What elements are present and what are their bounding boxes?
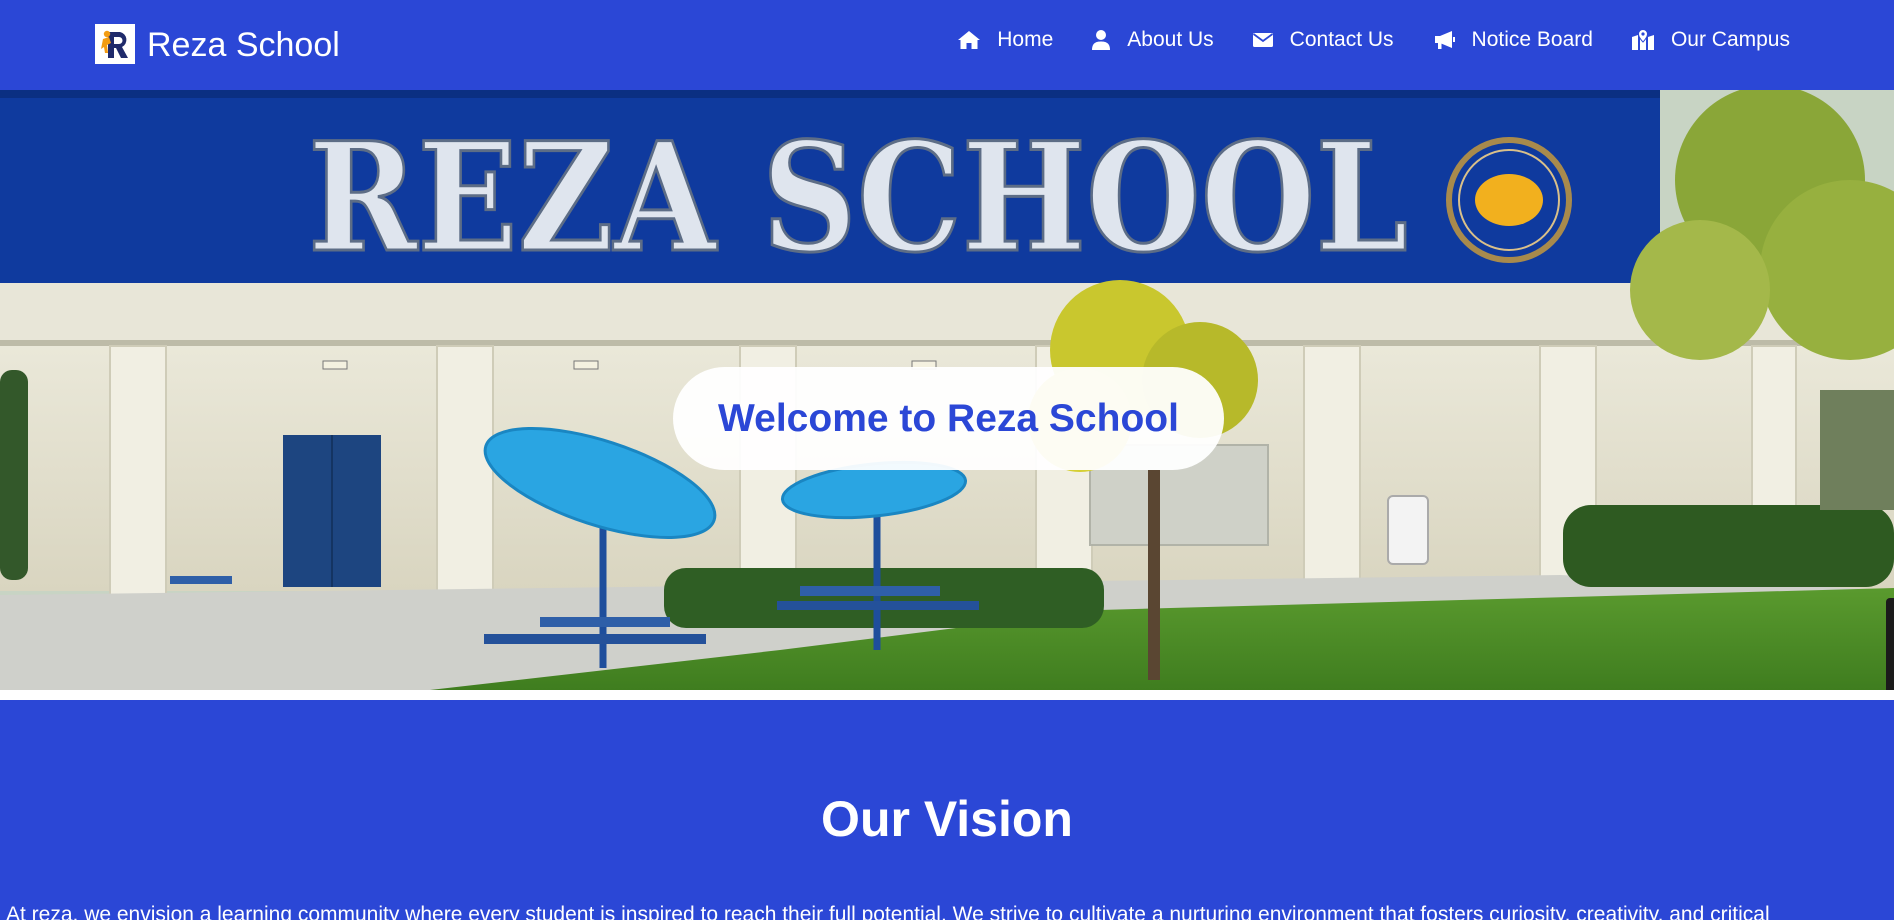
envelope-icon: [1252, 33, 1273, 47]
brand-link[interactable]: Reza School: [95, 22, 340, 65]
vision-text: At reza, we envision a learning communit…: [6, 903, 1770, 920]
hero-banner: REZA SCHOOL Welcome to Reza School: [0, 90, 1894, 690]
nav-item-home[interactable]: Home: [957, 28, 1053, 52]
nav-label-notice-board: Notice Board: [1471, 28, 1593, 51]
nav-label-our-campus: Our Campus: [1670, 28, 1790, 51]
map-location-icon: [1631, 29, 1654, 50]
welcome-banner: Welcome to Reza School: [673, 367, 1224, 470]
home-icon: [958, 31, 981, 49]
nav-label-home: Home: [997, 28, 1054, 51]
bullhorn-icon: [1434, 31, 1455, 49]
user-icon: [1092, 30, 1111, 50]
nav-item-contact-us[interactable]: Contact Us: [1252, 28, 1394, 52]
brand-name: Reza School: [147, 26, 340, 64]
navbar: Reza School Home About Us Contact Us Not…: [0, 0, 1894, 90]
nav-label-contact-us: Contact Us: [1289, 28, 1394, 51]
side-toolbar-tab[interactable]: [1886, 598, 1894, 690]
nav-label-about-us: About Us: [1127, 28, 1214, 51]
nav-item-notice-board[interactable]: Notice Board: [1432, 28, 1593, 52]
sign-text: REZA SCHOOL: [308, 110, 1408, 286]
nav-item-about-us[interactable]: About Us: [1091, 28, 1214, 52]
vision-section: Our Vision At reza, we envision a learni…: [0, 700, 1894, 920]
school-logo-icon: [95, 23, 135, 64]
main-navigation: Home About Us Contact Us Notice Board Ou…: [919, 28, 1790, 52]
nav-item-our-campus[interactable]: Our Campus: [1631, 28, 1790, 52]
vision-title: Our Vision: [821, 791, 1073, 847]
